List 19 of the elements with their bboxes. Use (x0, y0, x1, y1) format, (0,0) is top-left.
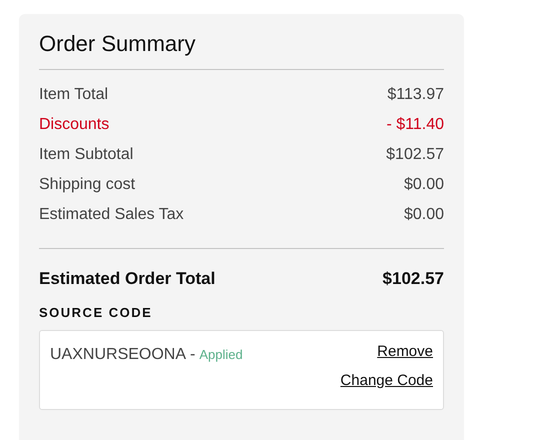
line-label: Discounts (39, 116, 110, 134)
line-label: Item Total (39, 86, 108, 104)
line-amount: $0.00 (404, 206, 444, 224)
separator: - (190, 346, 196, 364)
action-link[interactable]: Remove (377, 343, 433, 360)
total-label: Estimated Order Total (39, 269, 216, 289)
line-amount: $102.57 (386, 146, 444, 164)
source-code: UAXNURSEOONA (50, 346, 186, 364)
section-heading: SOURCE CODE (39, 305, 154, 320)
line-label: Estimated Sales Tax (39, 206, 184, 224)
line-label: Shipping cost (39, 176, 136, 194)
action-link[interactable]: Change Code (340, 372, 433, 389)
status-label: Applied (199, 347, 243, 362)
total-amount: $102.57 (382, 269, 444, 289)
line-label: Item Subtotal (39, 146, 134, 164)
line-amount: $113.97 (387, 86, 444, 104)
summary-title: Order Summary (39, 30, 196, 58)
line-amount: - $11.40 (386, 116, 444, 134)
line-amount: $0.00 (404, 176, 444, 194)
